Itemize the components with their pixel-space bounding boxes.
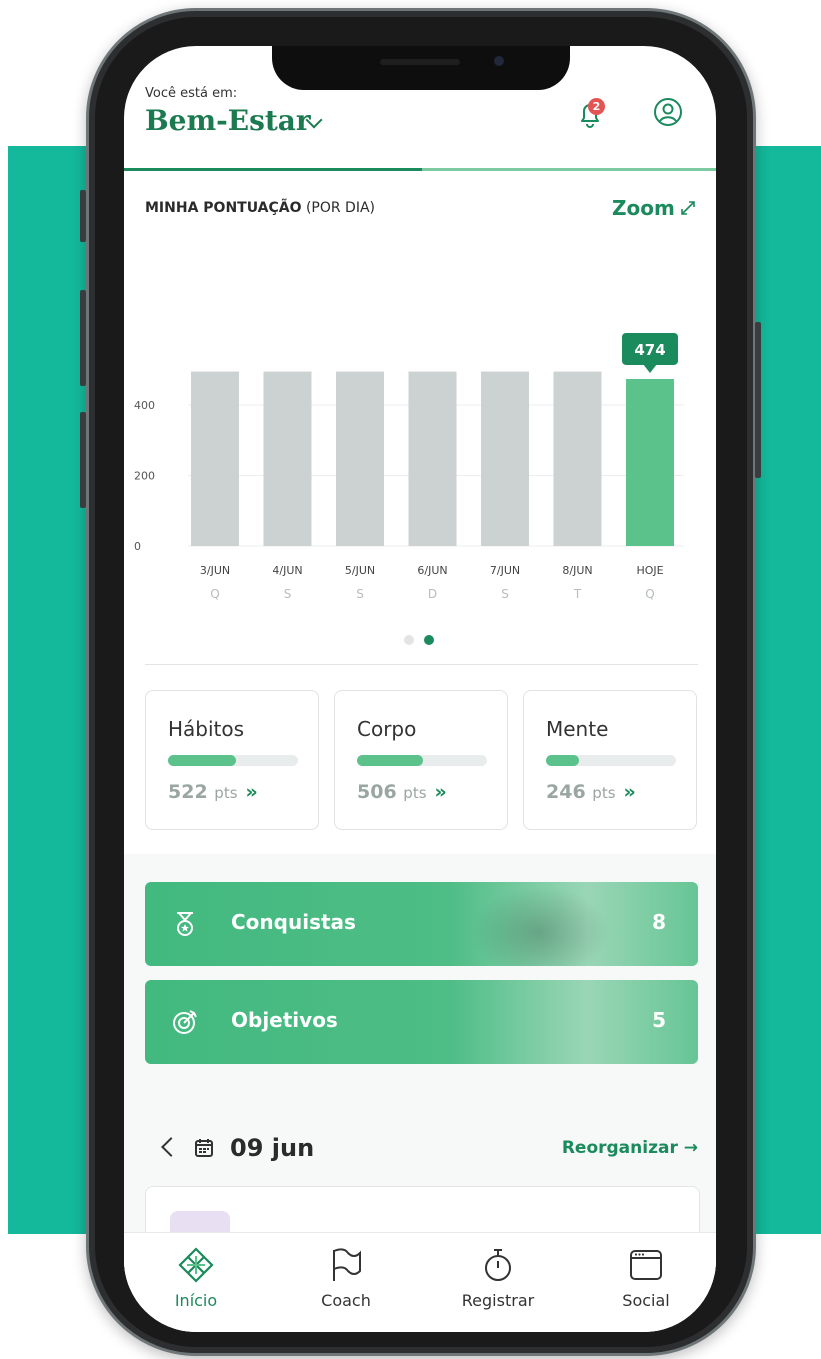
flag-icon (333, 1248, 361, 1281)
banner-label: Conquistas (231, 910, 356, 934)
progress-bar (357, 755, 487, 766)
nav-label: Social (622, 1291, 670, 1310)
browser-window-icon (630, 1250, 662, 1280)
divider (145, 664, 698, 665)
app-screen: Você está em: Bem-Estar 2 MINHA PONTUAÇÃ… (124, 46, 716, 1332)
page-dot[interactable] (404, 635, 414, 645)
medal-icon (177, 912, 193, 936)
x-tick-label: 7/JUN (490, 564, 520, 577)
location-prefix: Você está em: (145, 86, 238, 101)
x-tick-label: 6/JUN (417, 564, 447, 577)
category-card-corpo[interactable]: Corpo 506 pts» (334, 690, 508, 830)
category-card-habitos[interactable]: Hábitos 522 pts» (145, 690, 319, 830)
x-tick-label: 3/JUN (200, 564, 230, 577)
stopwatch-icon (485, 1249, 511, 1281)
category-name: Mente (546, 717, 609, 741)
bar (481, 371, 529, 546)
bar (336, 371, 384, 546)
category-points: 522 pts» (168, 781, 258, 803)
zoom-button[interactable]: Zoom (612, 196, 675, 220)
x-tick-label: 8/JUN (562, 564, 592, 577)
banner-count: 8 (652, 910, 666, 934)
section-tabs[interactable] (124, 168, 716, 171)
phone-notch (272, 46, 570, 90)
banner-photo (465, 882, 615, 966)
banner-label: Objetivos (231, 1008, 338, 1032)
volume-down-button (80, 412, 86, 508)
x-weekday-label: S (284, 587, 292, 601)
bar (191, 371, 239, 546)
category-points: 506 pts» (357, 781, 447, 803)
expand-icon[interactable] (678, 198, 698, 218)
nav-item-registrar[interactable]: Registrar (438, 1245, 558, 1310)
x-weekday-label: T (573, 587, 582, 601)
x-weekday-label: Q (210, 587, 219, 601)
x-tick-label: 5/JUN (345, 564, 375, 577)
nav-label: Registrar (461, 1291, 535, 1310)
target-icon (173, 1010, 197, 1034)
conquistas-banner[interactable]: Conquistas 8 (145, 882, 698, 966)
profile-icon[interactable] (652, 96, 684, 128)
bar (408, 371, 457, 546)
x-weekday-label: S (501, 587, 509, 601)
chart-pagination[interactable] (404, 630, 444, 649)
y-tick-label: 0 (134, 540, 141, 553)
nav-label: Início (174, 1291, 218, 1310)
progress-bar (168, 755, 298, 766)
bar (553, 371, 602, 546)
nav-label: Coach (321, 1291, 371, 1310)
category-name: Hábitos (168, 717, 245, 741)
bar-highlight (626, 378, 674, 546)
score-title: MINHA PONTUAÇÃO (POR DIA) (145, 200, 376, 216)
double-chevron-icon: » (434, 781, 447, 803)
day-date: 09 jun (230, 1134, 315, 1162)
value-label: 474 (634, 341, 665, 359)
x-tick-label: 4/JUN (272, 564, 302, 577)
reorganize-link[interactable]: Reorganizar → (562, 1138, 698, 1158)
x-weekday-label: S (356, 587, 364, 601)
chevron-left-icon[interactable] (161, 1137, 181, 1157)
score-chart: 0 200 400 3/JUN Q 4/JUN S 5/JUN S 6/JUN D 7/JUN S 8/J… (134, 332, 684, 601)
objetivos-banner[interactable]: Objetivos 5 (145, 980, 698, 1064)
power-button (755, 322, 761, 478)
home-diamond-icon (178, 1247, 214, 1283)
nav-item-inicio[interactable]: Início (136, 1245, 256, 1310)
bar (263, 371, 312, 546)
value-label-pointer (643, 363, 657, 373)
x-weekday-label: D (428, 587, 437, 601)
double-chevron-icon: » (623, 781, 636, 803)
mute-switch (80, 190, 86, 242)
category-card-mente[interactable]: Mente 246 pts» (523, 690, 697, 830)
progress-bar (546, 755, 676, 766)
category-points: 246 pts» (546, 781, 636, 803)
double-chevron-icon: » (245, 781, 258, 803)
x-weekday-label: Q (645, 587, 654, 601)
notification-badge: 2 (588, 98, 605, 115)
banner-count: 5 (652, 1008, 666, 1032)
nav-item-social[interactable]: Social (586, 1245, 706, 1310)
nav-item-coach[interactable]: Coach (286, 1245, 406, 1310)
bottom-nav: Início Coach Registrar Social (124, 1232, 716, 1332)
day-header: 09 jun Reorganizar → (161, 1134, 698, 1168)
category-name: Corpo (357, 717, 417, 741)
page-dot-active[interactable] (424, 635, 434, 645)
volume-up-button (80, 290, 86, 386)
y-tick-label: 200 (134, 470, 155, 483)
y-tick-label: 400 (134, 399, 155, 412)
x-tick-label: HOJE (636, 564, 663, 577)
location-selector[interactable]: Bem-Estar (145, 104, 311, 137)
calendar-icon (195, 1139, 213, 1157)
